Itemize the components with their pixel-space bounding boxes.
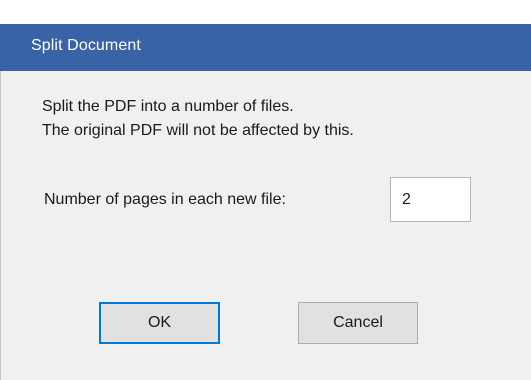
split-document-dialog: Split Document Split the PDF into a numb…: [0, 0, 531, 380]
pages-per-file-input[interactable]: [390, 177, 471, 222]
dialog-title: Split Document: [31, 37, 141, 54]
ok-button[interactable]: OK: [99, 302, 220, 344]
description-line-1: Split the PDF into a number of files.: [42, 98, 294, 115]
cancel-button[interactable]: Cancel: [298, 302, 418, 344]
dialog-titlebar[interactable]: Split Document: [0, 0, 531, 71]
description-line-2: The original PDF will not be affected by…: [42, 122, 354, 139]
description-text: Split the PDF into a number of files. Th…: [42, 95, 354, 143]
dialog-body: Split the PDF into a number of files. Th…: [0, 71, 531, 380]
pages-per-file-label: Number of pages in each new file:: [44, 191, 286, 208]
